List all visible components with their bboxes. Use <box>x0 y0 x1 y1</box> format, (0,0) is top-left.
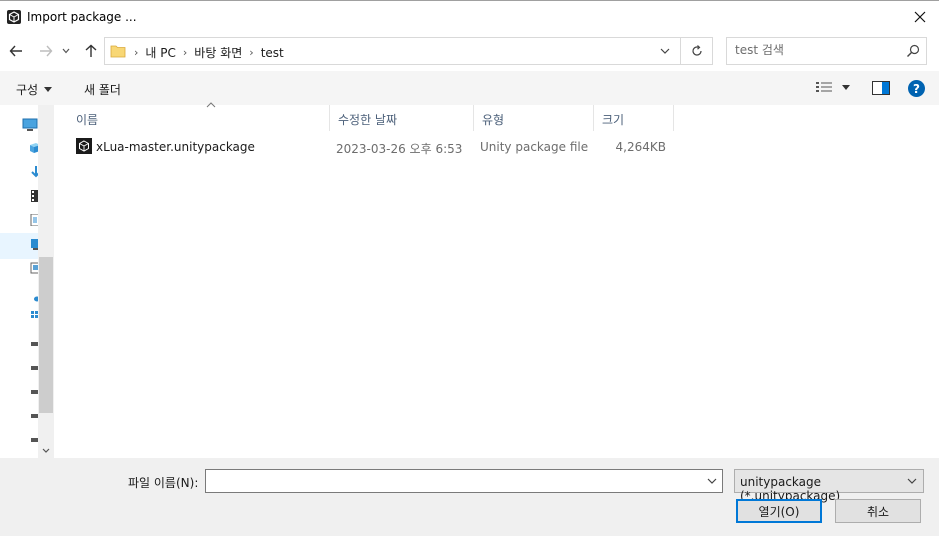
address-bar[interactable]: › 내 PC › 바탕 화면 › test <box>104 37 713 65</box>
caret-down-icon <box>842 84 850 90</box>
title-bar: Import package ... <box>0 0 939 33</box>
column-header-label: 크기 <box>602 113 625 127</box>
column-header-type[interactable]: 유형 <box>474 105 594 131</box>
column-header-size[interactable]: 크기 <box>594 105 674 131</box>
chevron-down-icon <box>707 478 717 484</box>
breadcrumb-item-test[interactable]: test <box>257 46 288 60</box>
file-type-filter[interactable]: unitypackage (*.unitypackage) <box>734 469 924 503</box>
filter-dropdown-button[interactable] <box>905 474 919 488</box>
chevron-down-icon <box>42 448 50 453</box>
chevron-down-icon <box>62 48 70 54</box>
navigation-bar: › 내 PC › 바탕 화면 › test <box>0 33 939 71</box>
refresh-button[interactable] <box>680 38 712 64</box>
caret-down-icon <box>44 87 53 92</box>
breadcrumb-separator[interactable]: › <box>246 46 256 59</box>
arrow-right-icon <box>40 45 53 57</box>
chevron-down-icon <box>660 48 670 54</box>
close-icon <box>914 11 926 23</box>
address-dropdown-button[interactable] <box>656 42 674 60</box>
arrow-left-icon <box>9 45 22 57</box>
preview-pane-icon[interactable] <box>872 81 890 95</box>
file-date: 2023-03-26 오후 6:53 <box>336 142 463 156</box>
refresh-icon <box>691 45 702 56</box>
filename-input[interactable] <box>210 474 690 488</box>
table-row[interactable]: xLua-master.unitypackage 2023-03-26 오후 6… <box>70 136 670 158</box>
file-size: 4,264KB <box>615 140 666 154</box>
column-header-label: 이름 <box>76 113 99 127</box>
chevron-down-icon <box>907 478 917 484</box>
dialog-footer: 파일 이름(N): unitypackage (*.unitypackage) … <box>0 458 939 536</box>
back-button[interactable] <box>6 41 26 61</box>
organize-label: 구성 <box>16 83 39 97</box>
breadcrumb-item-desktop[interactable]: 바탕 화면 <box>190 44 246 61</box>
new-folder-button[interactable]: 새 폴더 <box>84 81 121 98</box>
search-input[interactable] <box>735 43 895 57</box>
search-icon <box>907 44 920 57</box>
scrollbar-thumb[interactable] <box>39 257 53 413</box>
column-header-label: 유형 <box>482 113 505 127</box>
file-type: Unity package file <box>480 140 589 154</box>
window-title: Import package ... <box>27 10 137 24</box>
this-pc-icon[interactable] <box>22 118 38 132</box>
up-button[interactable] <box>81 41 101 61</box>
recent-locations-button[interactable] <box>60 41 72 61</box>
cancel-button[interactable]: 취소 <box>835 499 921 523</box>
details-view-icon <box>816 82 832 92</box>
help-icon[interactable]: ? <box>908 80 925 97</box>
navigation-scrollbar[interactable] <box>38 105 54 458</box>
navigation-pane <box>0 105 54 458</box>
arrow-up-icon <box>85 44 97 57</box>
unity-package-icon <box>76 138 92 154</box>
open-button[interactable]: 열기(O) <box>736 499 822 523</box>
change-view-button[interactable] <box>816 81 850 93</box>
command-toolbar: 구성 새 폴더 ? <box>0 71 939 105</box>
filename-dropdown-button[interactable] <box>705 474 719 488</box>
column-header-name[interactable]: 이름 <box>68 102 330 131</box>
folder-icon <box>110 45 126 58</box>
file-list: 이름 수정한 날짜 유형 크기 xLua-master.unitypackage… <box>56 102 939 458</box>
unity-app-icon <box>7 10 21 24</box>
organize-button[interactable]: 구성 <box>16 81 53 98</box>
breadcrumb-separator[interactable]: › <box>131 46 141 59</box>
search-box[interactable] <box>726 37 927 65</box>
breadcrumb-item-this-pc[interactable]: 내 PC <box>141 44 179 61</box>
breadcrumb: › 내 PC › 바탕 화면 › test <box>131 44 288 61</box>
scroll-down-button[interactable] <box>38 442 54 458</box>
close-button[interactable] <box>909 6 931 28</box>
breadcrumb-separator[interactable]: › <box>180 46 190 59</box>
column-header-label: 수정한 날짜 <box>338 113 398 127</box>
column-header-date[interactable]: 수정한 날짜 <box>330 105 474 131</box>
sort-ascending-icon <box>206 102 216 108</box>
filename-label: 파일 이름(N): <box>128 476 199 490</box>
file-name: xLua-master.unitypackage <box>96 140 255 154</box>
filename-combobox[interactable] <box>205 469 723 493</box>
forward-button[interactable] <box>36 41 56 61</box>
